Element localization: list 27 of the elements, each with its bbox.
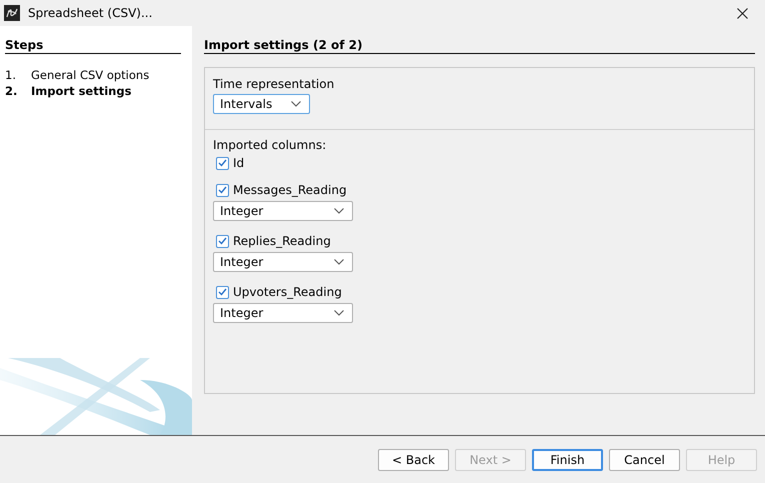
field-label: Time representation [213,77,336,91]
column-label: Replies_Reading [233,234,331,248]
column-label: Upvoters_Reading [233,285,342,299]
section-label: Imported columns: [213,138,328,152]
chevron-down-icon [334,310,344,316]
chevron-down-icon [291,101,301,107]
step-item: 2. Import settings [5,84,132,98]
column-label: Id [233,156,244,170]
dropdown[interactable]: Intervals [213,94,310,114]
checkbox[interactable] [216,184,229,196]
page-heading: Import settings (2 of 2) [204,38,755,54]
steps-heading: Steps [5,38,181,54]
dropdown[interactable]: Integer [213,252,353,272]
checkbox[interactable] [216,156,229,170]
window-title: Spreadsheet (CSV)... [28,6,154,20]
dropdown[interactable]: Integer [213,303,353,323]
column-label: Messages_Reading [233,183,347,197]
chevron-down-icon [334,208,344,214]
chevron-down-icon [334,259,344,265]
app-icon [4,5,20,21]
checkbox[interactable] [216,234,229,248]
wizard-button[interactable]: < Back [378,448,449,470]
wizard-button[interactable]: Cancel [609,448,680,470]
wizard-button[interactable]: Finish [532,448,603,470]
step-item: 1. General CSV options [5,68,150,82]
checkbox[interactable] [216,286,229,298]
dropdown[interactable]: Integer [213,201,353,221]
